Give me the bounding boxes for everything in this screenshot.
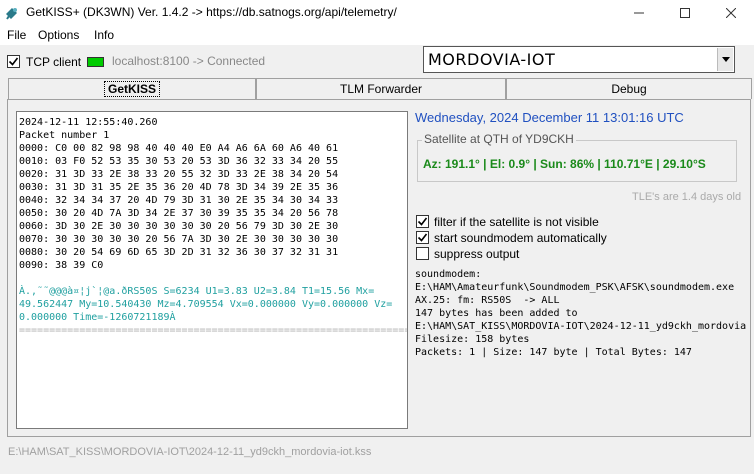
chevron-down-icon xyxy=(721,57,730,62)
start-soundmodem-label: start soundmodem automatically xyxy=(434,231,607,245)
title-bar: GetKISS+ (DK3WN) Ver. 1.4.2 -> https://d… xyxy=(0,0,754,26)
modem-log-line: soundmodem: xyxy=(415,269,482,280)
log-hex-line: 0040: 32 34 34 37 20 4D 79 3D 31 30 2E 3… xyxy=(19,195,339,206)
window-title: GetKISS+ (DK3WN) Ver. 1.4.2 -> https://d… xyxy=(26,5,397,19)
log-hex-line: 0070: 30 30 30 30 30 20 56 7A 3D 30 2E 3… xyxy=(19,234,339,245)
close-button[interactable] xyxy=(708,0,754,26)
tab-tlm-forwarder[interactable]: TLM Forwarder xyxy=(256,78,506,99)
modem-log-line: E:\HAM\Amateurfunk\Soundmodem_PSK\AFSK\s… xyxy=(415,282,735,293)
tab-getkiss[interactable]: GetKISS xyxy=(8,78,256,101)
modem-log-line: Packets: 1 | Size: 147 byte | Total Byte… xyxy=(415,347,692,358)
modem-log-line: 147 bytes has been added to xyxy=(415,308,578,319)
log-decoded-line: À.,˜˜@@@à¤¦j`¦@a.ðRS50S S=6234 U1=3.83 U… xyxy=(19,286,375,297)
status-file-path: E:\HAM\SAT_KISS\MORDOVIA-IOT\2024-12-11_… xyxy=(8,446,372,458)
maximize-button[interactable] xyxy=(662,0,708,26)
tab-debug-label: Debug xyxy=(611,82,647,96)
satellite-select[interactable]: MORDOVIA-IOT xyxy=(423,46,735,73)
checkmark-icon xyxy=(417,217,428,226)
modem-log-line: AX.25: fm: RS50S -> ALL xyxy=(415,295,560,306)
packet-log[interactable]: 2024-12-11 12:55:40.260 Packet number 1 00… xyxy=(16,111,408,429)
tab-debug[interactable]: Debug xyxy=(506,78,752,99)
start-soundmodem-checkbox[interactable] xyxy=(416,231,429,244)
log-hex-line: 0030: 31 3D 31 35 2E 35 36 20 4D 78 3D 3… xyxy=(19,182,339,193)
suppress-output-label: suppress output xyxy=(434,247,520,261)
utc-datetime: Wednesday, 2024 December 11 13:01:16 UTC xyxy=(415,110,684,125)
minimize-icon xyxy=(634,12,644,14)
menu-info[interactable]: Info xyxy=(94,28,114,42)
log-separator: ========================================… xyxy=(19,325,408,336)
log-decoded-line: 0.000000 Time=-1260721189À xyxy=(19,312,176,323)
modem-log-line: E:\HAM\SAT_KISS\MORDOVIA-IOT\2024-12-11_… xyxy=(415,321,747,332)
menu-file[interactable]: File xyxy=(7,28,26,42)
satellite-qth-legend: Satellite at QTH of YD9CKH xyxy=(422,132,576,146)
soundmodem-log: soundmodem: E:\HAM\Amateurfunk\Soundmodem… xyxy=(415,268,749,373)
tab-getkiss-label: GetKISS xyxy=(103,81,160,97)
menu-bar: File Options Info xyxy=(0,26,754,45)
satellite-position-stats: Az: 191.1° | El: 0.9° | Sun: 86% | 110.7… xyxy=(423,157,706,171)
connection-bar: TCP client localhost:8100 -> Connected M… xyxy=(0,45,754,77)
log-hex-line: 0090: 38 39 C0 xyxy=(19,260,104,271)
log-hex-line: 0080: 30 20 54 69 6D 65 3D 2D 31 32 36 3… xyxy=(19,247,339,258)
tab-strip: GetKISS TLM Forwarder Debug xyxy=(0,78,754,101)
dropdown-arrow[interactable] xyxy=(717,48,733,71)
filter-visible-checkbox[interactable] xyxy=(416,215,429,228)
log-hex-line: 0050: 30 20 4D 7A 3D 34 2E 37 30 39 35 3… xyxy=(19,208,339,219)
suppress-output-checkbox[interactable] xyxy=(416,247,429,260)
log-hex-line: 0060: 3D 30 2E 30 30 30 30 30 30 20 56 7… xyxy=(19,221,339,232)
log-timestamp: 2024-12-11 12:55:40.260 xyxy=(19,117,158,128)
checkmark-icon xyxy=(417,233,428,242)
menu-options[interactable]: Options xyxy=(38,28,79,42)
minimize-button[interactable] xyxy=(616,0,662,26)
satellite-app-icon xyxy=(6,8,17,20)
checkmark-icon xyxy=(8,57,19,66)
filter-visible-label: filter if the satellite is not visible xyxy=(434,215,599,229)
connection-status-led xyxy=(87,57,104,67)
tab-tlm-forwarder-label: TLM Forwarder xyxy=(339,82,422,96)
satellite-select-value: MORDOVIA-IOT xyxy=(428,50,556,69)
log-hex-line: 0020: 31 3D 33 2E 38 33 20 55 32 3D 33 2… xyxy=(19,169,339,180)
connection-status-text: localhost:8100 -> Connected xyxy=(112,54,266,68)
tle-age-text: TLE's are 1.4 days old xyxy=(632,191,742,203)
maximize-icon xyxy=(680,8,690,18)
modem-log-line: Filesize: 158 bytes xyxy=(415,334,530,345)
satellite-qth-group: Satellite at QTH of YD9CKH Az: 191.1° | … xyxy=(417,132,737,182)
log-hex-line: 0010: 03 F0 52 53 35 30 53 20 53 3D 36 3… xyxy=(19,156,339,167)
close-icon xyxy=(726,8,736,18)
log-hex-line: 0000: C0 00 82 98 98 40 40 40 E0 A4 A6 6… xyxy=(19,143,339,154)
tcp-client-checkbox[interactable] xyxy=(7,55,20,68)
tcp-client-label: TCP client xyxy=(26,55,82,69)
log-packet-number: Packet number 1 xyxy=(19,130,110,141)
log-decoded-line: 49.562447 My=10.540430 Mz=4.709554 Vx=0.… xyxy=(19,299,393,310)
